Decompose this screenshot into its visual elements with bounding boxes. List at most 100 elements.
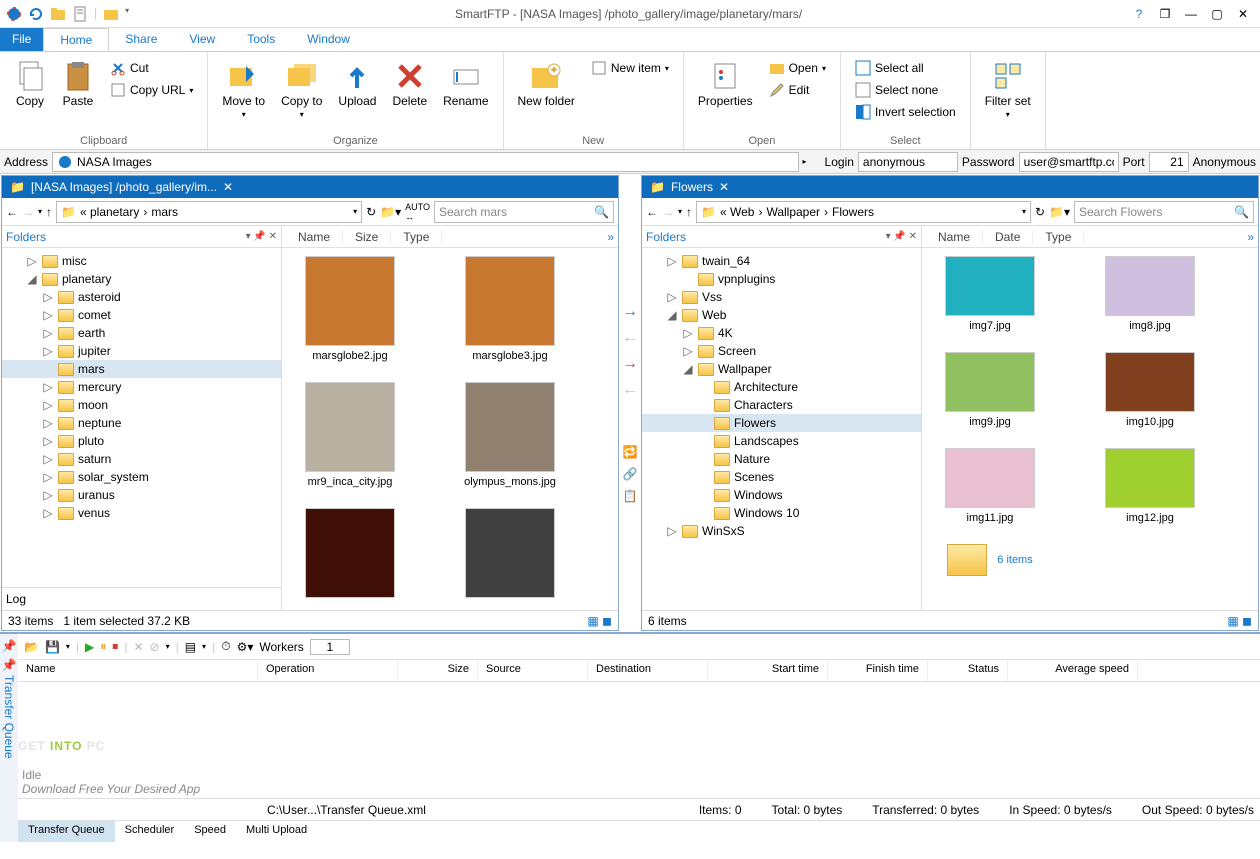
select-all-button[interactable]: Select all	[851, 58, 960, 78]
close-button[interactable]: ✕	[1234, 7, 1252, 21]
save-icon[interactable]: 💾	[45, 640, 60, 654]
maximize-button[interactable]: ▢	[1208, 7, 1226, 21]
transfer-right-icon[interactable]: →	[622, 303, 638, 321]
tree-node[interactable]: Flowers	[642, 414, 921, 432]
tree-node[interactable]: mars	[2, 360, 281, 378]
tree-node[interactable]: ◢planetary	[2, 270, 281, 288]
restore-down-button[interactable]: ❐	[1156, 7, 1174, 21]
view-mode-icons[interactable]: ▦ ◼	[587, 614, 612, 628]
share-tab[interactable]: Share	[109, 28, 173, 51]
queue-col[interactable]: Start time	[708, 660, 828, 681]
stop-icon[interactable]: ⏹	[112, 639, 118, 654]
queue-tab[interactable]: Multi Upload	[236, 821, 317, 842]
tree-node[interactable]: Scenes	[642, 468, 921, 486]
thumbnail[interactable]: img10.jpg	[1090, 352, 1210, 428]
col-more[interactable]: »	[607, 230, 614, 244]
cut-button[interactable]: Cut	[106, 58, 197, 78]
address-input[interactable]: NASA Images	[52, 152, 799, 172]
thumbnail[interactable]: img11.jpg	[930, 448, 1050, 524]
tree-node[interactable]: Architecture	[642, 378, 921, 396]
tree-node[interactable]: ▷comet	[2, 306, 281, 324]
view-tab[interactable]: View	[173, 28, 231, 51]
minimize-button[interactable]: —	[1182, 7, 1200, 21]
tree-node[interactable]: Landscapes	[642, 432, 921, 450]
file-menu[interactable]: File	[0, 28, 43, 51]
col-name[interactable]: Name	[286, 230, 343, 244]
view-mode-icons[interactable]: ▦ ◼	[1227, 614, 1252, 628]
thumbnail[interactable]	[450, 508, 570, 602]
thumbnail[interactable]: mr9_inca_city.jpg	[290, 382, 410, 488]
up-button[interactable]: ↑	[686, 205, 692, 219]
tree-node[interactable]: ▷venus	[2, 504, 281, 522]
queue-tab[interactable]: Scheduler	[115, 821, 185, 842]
go-icon[interactable]: ▸	[803, 157, 807, 166]
thumbnail[interactable]: img8.jpg	[1090, 256, 1210, 332]
delete-button[interactable]: Delete	[386, 56, 433, 133]
play-icon[interactable]: ▶	[85, 640, 94, 654]
tree-node[interactable]: ▷earth	[2, 324, 281, 342]
up-button[interactable]: ↑	[46, 205, 52, 219]
queue-col[interactable]: Finish time	[828, 660, 928, 681]
tree-node[interactable]: ▷neptune	[2, 414, 281, 432]
password-input[interactable]	[1019, 152, 1119, 172]
queue-col[interactable]: Name	[18, 660, 258, 681]
rename-button[interactable]: Rename	[437, 56, 494, 133]
copy-url-button[interactable]: Copy URL ▾	[106, 80, 197, 100]
new-folder-button[interactable]: ✦New folder	[512, 56, 581, 133]
thumbnail[interactable]: marsglobe3.jpg	[450, 256, 570, 362]
tree-node[interactable]: ▷WinSxS	[642, 522, 921, 540]
folder-small-icon[interactable]	[103, 6, 119, 22]
edit-button[interactable]: Edit	[765, 80, 830, 100]
tree-node[interactable]: ◢Web	[642, 306, 921, 324]
delete-icon[interactable]: ✕	[133, 640, 143, 654]
queue-col[interactable]: Status	[928, 660, 1008, 681]
new-item-button[interactable]: New item ▾	[587, 58, 673, 78]
open-icon[interactable]: 📂	[24, 640, 39, 654]
home-tab[interactable]: Home	[43, 28, 109, 51]
col-type[interactable]: Type	[1033, 230, 1084, 244]
move-to-button[interactable]: Move to▾	[216, 56, 271, 133]
open-button[interactable]: Open ▾	[765, 58, 830, 78]
col-name[interactable]: Name	[926, 230, 983, 244]
panel-left-tab[interactable]: 📁 [NASA Images] /photo_gallery/im... ✕	[2, 176, 618, 198]
tree-node[interactable]: ▷uranus	[2, 486, 281, 504]
tree-node[interactable]: vpnplugins	[642, 270, 921, 288]
tree-node[interactable]: ▷saturn	[2, 450, 281, 468]
thumbnail[interactable]: olympus_mons.jpg	[450, 382, 570, 488]
filter-set-button[interactable]: Filter set▾	[979, 56, 1037, 145]
queue-col[interactable]: Destination	[588, 660, 708, 681]
workers-input[interactable]	[310, 639, 350, 655]
thumbnail[interactable]: marsglobe2.jpg	[290, 256, 410, 362]
tree-node[interactable]: ▷Vss	[642, 288, 921, 306]
search-right[interactable]: Search Flowers🔍	[1074, 201, 1254, 223]
settings-icon[interactable]: ⚙▾	[237, 640, 254, 654]
refresh-icon[interactable]	[28, 6, 44, 22]
queue-col[interactable]: Size	[398, 660, 478, 681]
upload-button[interactable]: Upload	[332, 56, 382, 133]
col-size[interactable]: Size	[343, 230, 391, 244]
copy-to-button[interactable]: Copy to▾	[275, 56, 328, 133]
close-tab-icon[interactable]: ✕	[223, 180, 233, 194]
pin-icon[interactable]: 📌	[2, 638, 16, 653]
clear-icon[interactable]: ⊘	[150, 640, 160, 654]
tree-node[interactable]: Characters	[642, 396, 921, 414]
tree-node[interactable]: ▷misc	[2, 252, 281, 270]
view-icon[interactable]: 📁▾	[380, 205, 401, 219]
sort-icon[interactable]: AUTO↔	[405, 202, 430, 222]
panel-right-tab[interactable]: 📁 Flowers ✕	[642, 176, 1258, 198]
col-date[interactable]: Date	[983, 230, 1033, 244]
tree-node[interactable]: Windows 10	[642, 504, 921, 522]
tree-node[interactable]: ▷moon	[2, 396, 281, 414]
close-tab-icon[interactable]: ✕	[719, 180, 729, 194]
invert-selection-button[interactable]: Invert selection	[851, 102, 960, 122]
tree-node[interactable]: Nature	[642, 450, 921, 468]
tree-node[interactable]: ▷twain_64	[642, 252, 921, 270]
properties-button[interactable]: Properties	[692, 56, 759, 133]
transfer-left-icon[interactable]: ←	[622, 329, 638, 347]
col-type[interactable]: Type	[391, 230, 442, 244]
tree-node[interactable]: ▷4K	[642, 324, 921, 342]
search-left[interactable]: Search mars🔍	[434, 201, 614, 223]
folder-icon[interactable]	[50, 6, 66, 22]
col-more[interactable]: »	[1247, 230, 1254, 244]
breadcrumb-right[interactable]: 📁« Web›Wallpaper›Flowers ▾	[696, 201, 1031, 223]
